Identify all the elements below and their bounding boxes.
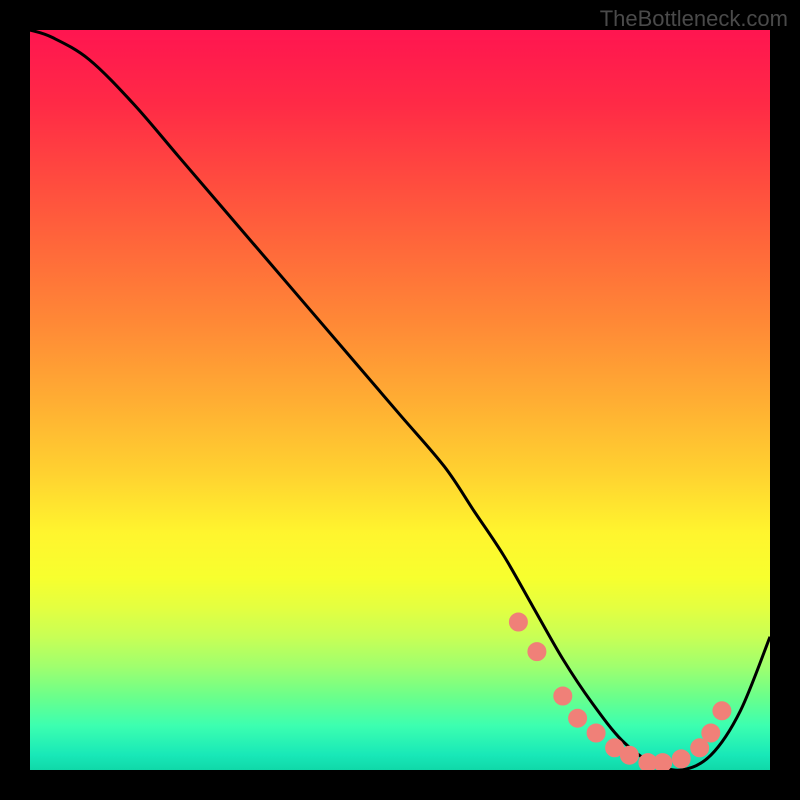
data-point xyxy=(713,702,731,720)
data-point xyxy=(587,724,605,742)
data-point xyxy=(691,739,709,757)
data-point xyxy=(702,724,720,742)
points-layer xyxy=(30,30,770,770)
data-point xyxy=(528,643,546,661)
plot-area xyxy=(30,30,770,770)
data-point xyxy=(620,746,638,764)
data-point xyxy=(654,754,672,770)
watermark-text: TheBottleneck.com xyxy=(600,6,788,32)
data-point xyxy=(672,750,690,768)
data-points xyxy=(509,613,731,770)
data-point xyxy=(509,613,527,631)
data-point xyxy=(554,687,572,705)
data-point xyxy=(569,709,587,727)
